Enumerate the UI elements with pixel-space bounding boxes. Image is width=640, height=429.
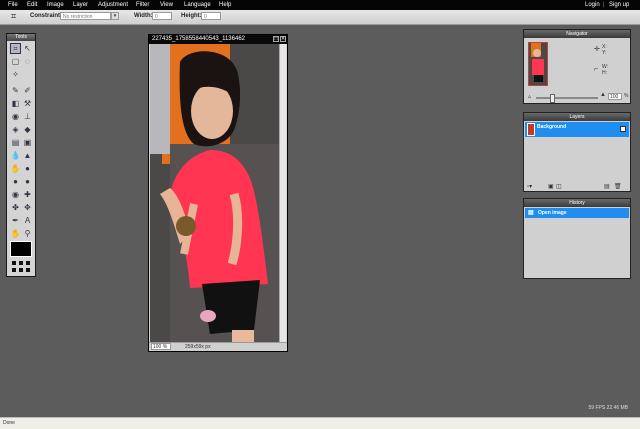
- layer-visibility-checkbox[interactable]: [620, 126, 626, 132]
- history-panel: History ▤ Open image: [523, 198, 631, 279]
- h-label: H:: [602, 70, 607, 76]
- menu-separator: |: [603, 2, 605, 8]
- signup-link[interactable]: Sign up: [609, 1, 629, 9]
- zoom-out-icon[interactable]: ▵: [528, 93, 531, 100]
- chevron-down-icon[interactable]: ▾: [111, 12, 119, 20]
- navigator-thumbnail[interactable]: [528, 42, 548, 86]
- maximize-icon[interactable]: □: [273, 36, 279, 42]
- eraser-icon[interactable]: ◧: [10, 98, 21, 109]
- hand-icon[interactable]: ✋: [10, 228, 21, 239]
- photo-image: [150, 44, 280, 344]
- zoom-icon[interactable]: ⚲: [22, 228, 33, 239]
- login-link[interactable]: Login: [585, 1, 600, 9]
- new-layer-icon[interactable]: ▣: [548, 183, 554, 190]
- width-input[interactable]: 0: [152, 12, 172, 20]
- crosshair-icon: ✛: [594, 46, 600, 53]
- color-picker-icon[interactable]: ✒: [10, 215, 21, 226]
- layer-name: Background: [537, 124, 567, 130]
- move-icon[interactable]: ↖: [22, 43, 33, 54]
- constraint-label: Constraint:: [30, 13, 62, 19]
- zoom-input[interactable]: 100: [608, 93, 622, 100]
- duplicate-layer-icon[interactable]: ▤: [604, 183, 610, 190]
- open-image-icon: ▤: [528, 210, 534, 216]
- layers-panel: Layers Background ▫▾ ▣ ◫ ▤ 🗑: [523, 112, 631, 192]
- red-eye-icon[interactable]: ◉: [10, 111, 21, 122]
- tools-panel: Tools ⌗ ↖ ▢ ◌ ✧ ✎ ✐ ◧ ⚒ ◉ ⊥ ◈ ◆ ▤ ▣ 💧 ▲ …: [6, 33, 36, 277]
- menu-image[interactable]: Image: [47, 1, 64, 9]
- zoom-in-icon[interactable]: ▲: [600, 92, 606, 98]
- lasso-icon[interactable]: ◌: [22, 56, 33, 67]
- menu-edit[interactable]: Edit: [27, 1, 37, 9]
- vertical-scrollbar[interactable]: [279, 44, 286, 344]
- layer-thumbnail: [527, 123, 535, 136]
- width-label: Width:: [134, 13, 153, 19]
- layers-title: Layers: [524, 113, 630, 121]
- menu-file[interactable]: File: [8, 1, 18, 9]
- drawing-icon[interactable]: ◆: [22, 124, 33, 135]
- menu-help[interactable]: Help: [219, 1, 231, 9]
- layer-row[interactable]: Background: [525, 122, 629, 137]
- pencil-icon[interactable]: ✎: [10, 85, 21, 96]
- image-window-title: 227435_1758558440543_1136462: [149, 35, 287, 44]
- brush-icon[interactable]: ✐: [22, 85, 33, 96]
- menu-layer[interactable]: Layer: [73, 1, 88, 9]
- close-icon[interactable]: ✕: [280, 36, 286, 42]
- status-text: Done: [3, 420, 15, 426]
- dodge-icon[interactable]: ●: [10, 176, 21, 187]
- history-item[interactable]: ▤ Open image: [525, 208, 629, 218]
- stamp-icon[interactable]: ⊥: [22, 111, 33, 122]
- sharpen-icon[interactable]: ▲: [22, 150, 33, 161]
- red-eye-reduction-icon[interactable]: ◉: [10, 189, 21, 200]
- navigator-panel: Navigator ✛ X: Y: ⌐ W: H: ▵ ▲ 100 %: [523, 29, 631, 104]
- fps-memory-readout: 59 FPS 22.46 MB: [588, 405, 628, 411]
- menu-language[interactable]: Language: [184, 1, 211, 9]
- sponge-icon[interactable]: ●: [22, 163, 33, 174]
- image-size: 259x59x px: [185, 344, 211, 350]
- menu-adjustment[interactable]: Adjustment: [98, 1, 128, 9]
- blur-icon[interactable]: 💧: [10, 150, 21, 161]
- navigator-title: Navigator: [524, 30, 630, 38]
- bloat-icon[interactable]: ✤: [10, 202, 21, 213]
- layer-settings-icon[interactable]: ▫▾: [527, 183, 532, 190]
- gradient-icon[interactable]: ▤: [10, 137, 21, 148]
- burn-icon[interactable]: ●: [22, 176, 33, 187]
- menu-view[interactable]: View: [160, 1, 173, 9]
- height-input[interactable]: 0: [201, 12, 221, 20]
- wand-icon[interactable]: ✧: [10, 69, 21, 80]
- pinch-icon[interactable]: ✥: [22, 202, 33, 213]
- crop-tool-icon: ⌗: [11, 11, 17, 21]
- color-swatch[interactable]: [10, 241, 32, 257]
- browser-status-bar: Done: [0, 417, 640, 429]
- image-window[interactable]: 227435_1758558440543_1136462 □ ✕ 100 % 2…: [148, 34, 288, 352]
- tool-options-bar: ⌗ Constraint: No restriction ▾ Width: 0 …: [0, 10, 640, 25]
- menu-bar: File Edit Image Layer Adjustment Filter …: [0, 0, 640, 10]
- tools-title: Tools: [7, 34, 35, 41]
- history-item-label: Open image: [538, 210, 567, 216]
- crop-icon[interactable]: ⌗: [10, 43, 21, 54]
- zoom-level[interactable]: 100 %: [151, 343, 171, 350]
- y-label: Y:: [602, 50, 607, 56]
- image-status-bar: 100 % 259x59x px: [149, 342, 287, 351]
- mask-icon[interactable]: ◫: [556, 183, 562, 190]
- clone-stamp-icon[interactable]: ⚒: [22, 98, 33, 109]
- photo-canvas[interactable]: [150, 44, 280, 344]
- height-label: Height:: [181, 13, 202, 19]
- marquee-icon[interactable]: ▢: [10, 56, 21, 67]
- color-replace-icon[interactable]: ◈: [10, 124, 21, 135]
- zoom-slider[interactable]: [536, 97, 598, 99]
- menu-filter[interactable]: Filter: [136, 1, 149, 9]
- spot-heal-icon[interactable]: ✚: [22, 189, 33, 200]
- zoom-unit: %: [624, 93, 629, 99]
- fill-icon[interactable]: ▣: [22, 137, 33, 148]
- history-title: History: [524, 199, 630, 207]
- type-icon[interactable]: A: [22, 215, 33, 226]
- constraint-select[interactable]: No restriction: [60, 12, 111, 20]
- size-icon: ⌐: [594, 66, 599, 73]
- zoom-slider-handle[interactable]: [550, 94, 555, 103]
- smudge-icon[interactable]: ✋: [10, 163, 21, 174]
- delete-layer-icon[interactable]: 🗑: [614, 183, 622, 190]
